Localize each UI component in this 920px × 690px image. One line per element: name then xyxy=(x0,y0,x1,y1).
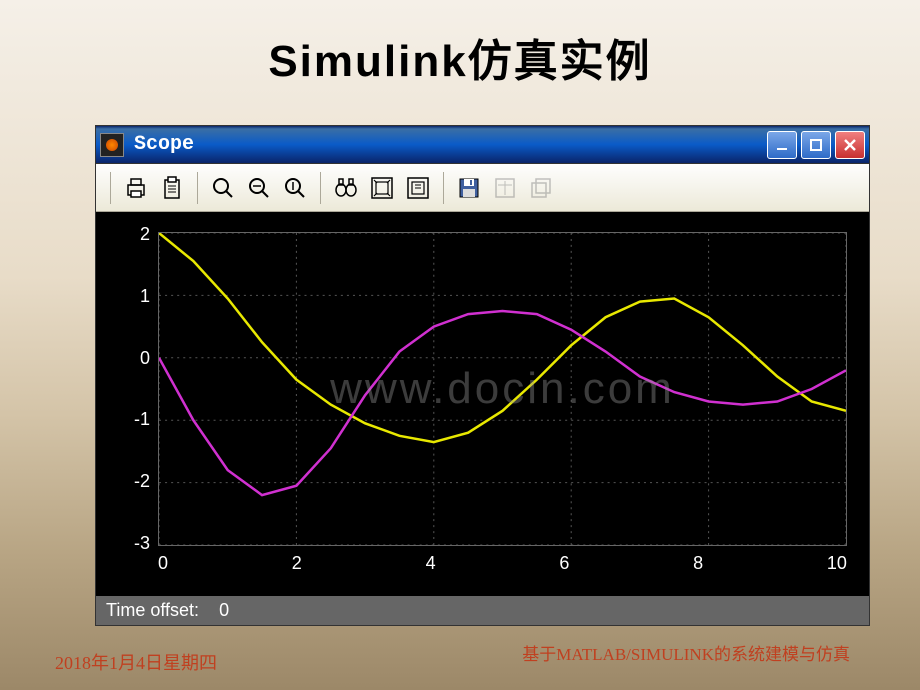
app-icon xyxy=(100,133,124,157)
time-offset-value: 0 xyxy=(219,600,229,620)
zoom-y-icon[interactable] xyxy=(278,171,312,205)
autoscale-icon[interactable] xyxy=(365,171,399,205)
footer-date: 2018年1月4日星期四 xyxy=(55,649,217,675)
titlebar[interactable]: Scope xyxy=(96,126,869,164)
minimize-button[interactable] xyxy=(767,131,797,159)
zoom-in-icon[interactable] xyxy=(206,171,240,205)
save-config-icon[interactable] xyxy=(401,171,435,205)
restore-icon[interactable] xyxy=(524,171,558,205)
time-offset-bar: Time offset: 0 xyxy=(96,596,869,625)
toolbar xyxy=(96,164,869,212)
y-tick: -3 xyxy=(134,533,150,554)
x-axis: 0 2 4 6 8 10 xyxy=(158,553,847,574)
x-tick: 2 xyxy=(292,553,302,574)
x-tick: 4 xyxy=(426,553,436,574)
zoom-x-icon[interactable] xyxy=(242,171,276,205)
window-title: Scope xyxy=(134,133,767,156)
y-tick: 0 xyxy=(140,348,150,369)
y-axis: 2 1 0 -1 -2 -3 xyxy=(108,224,158,554)
y-tick: -2 xyxy=(134,471,150,492)
close-button[interactable] xyxy=(835,131,865,159)
params-icon[interactable] xyxy=(488,171,522,205)
y-tick: 1 xyxy=(140,286,150,307)
x-tick: 6 xyxy=(559,553,569,574)
floppy-icon[interactable] xyxy=(452,171,486,205)
plot-canvas[interactable]: www.docin.com xyxy=(158,232,847,546)
x-tick: 8 xyxy=(693,553,703,574)
binoculars-icon[interactable] xyxy=(329,171,363,205)
x-tick: 10 xyxy=(827,553,847,574)
scope-plot-area: 2 1 0 -1 -2 -3 www.docin.com 0 2 4 6 8 1… xyxy=(96,212,869,596)
y-tick: 2 xyxy=(140,224,150,245)
maximize-button[interactable] xyxy=(801,131,831,159)
x-tick: 0 xyxy=(158,553,168,574)
clipboard-icon[interactable] xyxy=(155,171,189,205)
print-icon[interactable] xyxy=(119,171,153,205)
slide-title: Simulink仿真实例 xyxy=(0,25,920,89)
y-tick: -1 xyxy=(134,409,150,430)
footer-subtitle: 基于MATLAB/SIMULINK的系统建模与仿真 xyxy=(522,640,850,665)
scope-window: Scope xyxy=(95,125,870,626)
time-offset-label: Time offset: xyxy=(106,600,199,620)
